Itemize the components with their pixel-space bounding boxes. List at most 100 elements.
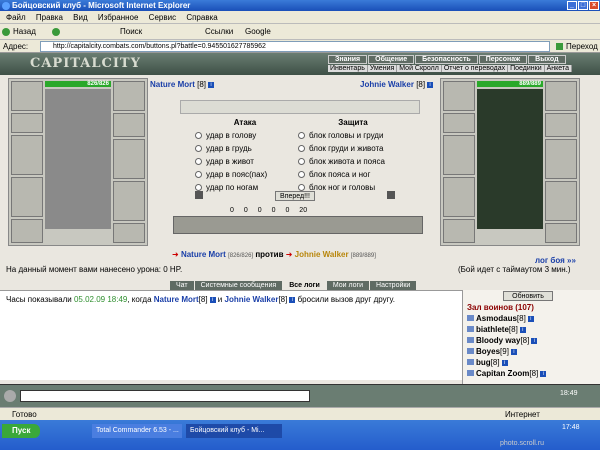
armor-slot[interactable]: [443, 177, 475, 217]
nav-character[interactable]: Персонаж: [478, 55, 528, 64]
amulet-slot[interactable]: [113, 81, 145, 111]
boots-slot[interactable]: [545, 223, 577, 243]
nav-security[interactable]: Безопасность: [415, 55, 478, 64]
go-button[interactable]: Переход: [566, 40, 598, 53]
address-input[interactable]: http://capitalcity.combats.com/buttons.p…: [40, 41, 550, 52]
forward-button[interactable]: Вперед!!!: [275, 191, 315, 201]
defense-option[interactable]: блок головы и груди: [298, 129, 408, 142]
warrior-name[interactable]: Boyes: [476, 347, 500, 356]
radio-icon[interactable]: [195, 145, 202, 153]
log-link[interactable]: лог боя »»: [535, 256, 576, 265]
list-item[interactable]: Asmodaus[8] i: [467, 314, 597, 325]
attack-option[interactable]: удар в голову: [195, 129, 295, 142]
list-item[interactable]: Capitan Zoom[8] i: [467, 369, 597, 380]
menu-favorites[interactable]: Избранное: [98, 13, 139, 22]
shield-slot[interactable]: [113, 139, 145, 179]
belt-slot[interactable]: [11, 219, 43, 243]
warrior-name[interactable]: Bloody way: [476, 336, 520, 345]
amulet-slot[interactable]: [545, 81, 577, 111]
radio-icon[interactable]: [195, 132, 202, 140]
bracer-slot[interactable]: [443, 113, 475, 133]
gloves-slot[interactable]: [113, 113, 145, 137]
radio-icon[interactable]: [298, 171, 305, 179]
helmet-slot[interactable]: [443, 81, 475, 111]
shield-slot[interactable]: [545, 139, 577, 179]
forward-arrow-icon[interactable]: [52, 28, 60, 36]
list-item[interactable]: Boyes[9] i: [467, 347, 597, 358]
warrior-name[interactable]: biathlete: [476, 325, 509, 334]
radio-icon[interactable]: [298, 132, 305, 140]
close-button[interactable]: ×: [589, 1, 599, 10]
versus-right-name[interactable]: Johnie Walker: [295, 250, 349, 259]
weapon-slot[interactable]: [11, 135, 43, 175]
info-icon[interactable]: i: [501, 359, 508, 366]
list-item[interactable]: Bloody way[8] i: [467, 336, 597, 347]
defense-option[interactable]: блок живота и пояса: [298, 155, 408, 168]
menu-tools[interactable]: Сервис: [149, 13, 176, 22]
player1-name[interactable]: Nature Mort: [150, 80, 195, 89]
skills-bar[interactable]: [173, 216, 423, 234]
nav-communication[interactable]: Общение: [368, 55, 415, 64]
info-icon[interactable]: i: [527, 315, 534, 322]
weapon-slot[interactable]: [443, 135, 475, 175]
log-player2[interactable]: Johnie Walker: [225, 295, 279, 304]
back-button[interactable]: Назад: [13, 26, 36, 38]
player2-name[interactable]: Johnie Walker: [360, 80, 414, 89]
versus-left-name[interactable]: Nature Mort: [181, 250, 226, 259]
info-icon[interactable]: i: [289, 296, 296, 303]
nav-profile[interactable]: Анкета: [544, 65, 572, 72]
list-item[interactable]: biathlete[8] i: [467, 325, 597, 336]
info-icon[interactable]: i: [208, 81, 215, 88]
start-button[interactable]: Пуск: [2, 424, 40, 438]
warrior-name[interactable]: Asmodaus: [476, 314, 517, 323]
info-icon[interactable]: i: [531, 337, 538, 344]
maximize-button[interactable]: □: [578, 1, 588, 10]
leggings-slot[interactable]: [545, 181, 577, 221]
refresh-button[interactable]: Обновить: [503, 291, 553, 301]
task-total-commander[interactable]: Total Commander 6.53 - ...: [92, 424, 182, 438]
info-icon[interactable]: i: [510, 348, 517, 355]
info-icon[interactable]: i: [209, 296, 216, 303]
gloves-slot[interactable]: [545, 113, 577, 137]
bracer-slot[interactable]: [11, 113, 43, 133]
radio-icon[interactable]: [195, 171, 202, 179]
info-icon[interactable]: i: [519, 326, 526, 333]
attack-option[interactable]: удар в грудь: [195, 142, 295, 155]
attack-option[interactable]: удар в пояс(пах): [195, 168, 295, 181]
nav-inventory[interactable]: Инвентарь: [328, 65, 368, 72]
radio-icon[interactable]: [298, 158, 305, 166]
minimize-button[interactable]: _: [567, 1, 577, 10]
menu-help[interactable]: Справка: [186, 13, 217, 22]
defense-option[interactable]: блок пояса и ног: [298, 168, 408, 181]
defense-option[interactable]: блок груди и живота: [298, 142, 408, 155]
right-arrow-icon[interactable]: [387, 191, 395, 199]
nav-battles[interactable]: Поединки: [508, 65, 545, 72]
search-button[interactable]: Поиск: [120, 26, 142, 38]
go-arrow-icon[interactable]: [556, 43, 563, 50]
nav-skills[interactable]: Умения: [367, 65, 398, 72]
nav-scroll[interactable]: Мой Скролл: [397, 65, 442, 72]
task-browser[interactable]: Бойцовский клуб - Mi...: [186, 424, 282, 438]
menu-file[interactable]: Файл: [6, 13, 26, 22]
helmet-slot[interactable]: [11, 81, 43, 111]
armor-slot[interactable]: [11, 177, 43, 217]
info-icon[interactable]: i: [427, 81, 434, 88]
nav-exit[interactable]: Выход: [528, 55, 566, 64]
left-arrow-icon[interactable]: [195, 191, 203, 199]
menu-view[interactable]: Вид: [73, 13, 87, 22]
warrior-name[interactable]: bug: [476, 358, 491, 367]
log-player1[interactable]: Nature Mort: [154, 295, 199, 304]
radio-icon[interactable]: [195, 158, 202, 166]
radio-icon[interactable]: [298, 145, 305, 153]
boots-slot[interactable]: [113, 223, 145, 243]
info-icon[interactable]: i: [540, 370, 547, 377]
nav-transfers[interactable]: Отчет о переводах: [441, 65, 509, 72]
links-button[interactable]: Ссылки: [205, 26, 233, 38]
attack-option[interactable]: удар в живот: [195, 155, 295, 168]
menu-edit[interactable]: Правка: [36, 13, 63, 22]
chat-input[interactable]: [20, 390, 310, 402]
chat-icon[interactable]: [4, 390, 16, 402]
google-toolbar[interactable]: Google: [245, 26, 271, 38]
belt-slot[interactable]: [443, 219, 475, 243]
nav-knowledge[interactable]: Знания: [328, 55, 368, 64]
